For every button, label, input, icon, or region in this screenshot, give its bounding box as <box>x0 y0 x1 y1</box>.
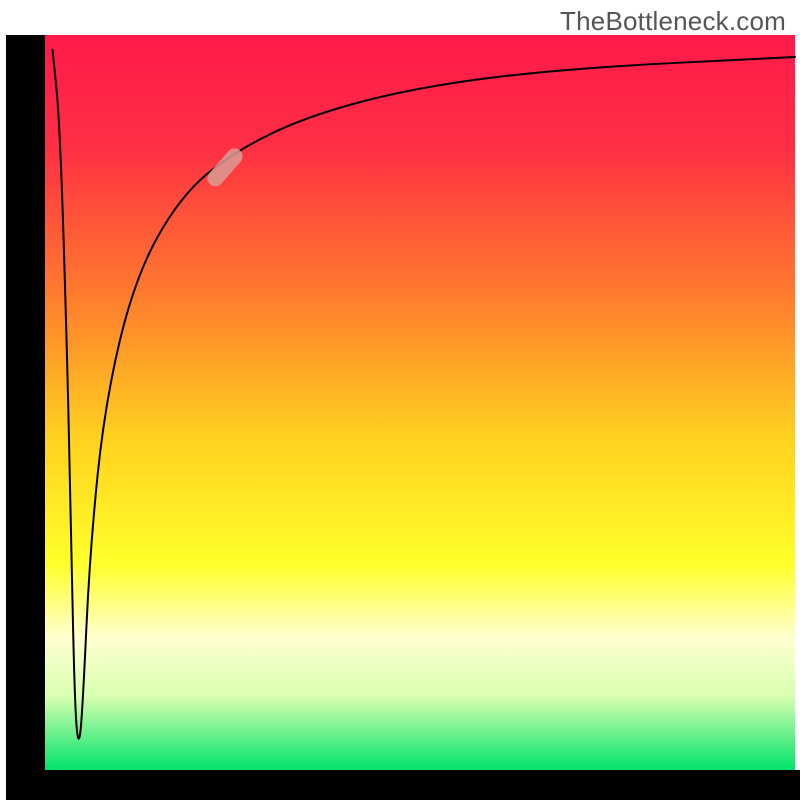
chart-frame: TheBottleneck.com <box>0 0 800 800</box>
plot-background <box>45 35 795 770</box>
x-axis <box>6 770 800 800</box>
watermark-text: TheBottleneck.com <box>560 6 786 37</box>
bottleneck-chart <box>0 0 800 800</box>
y-axis <box>6 35 45 800</box>
